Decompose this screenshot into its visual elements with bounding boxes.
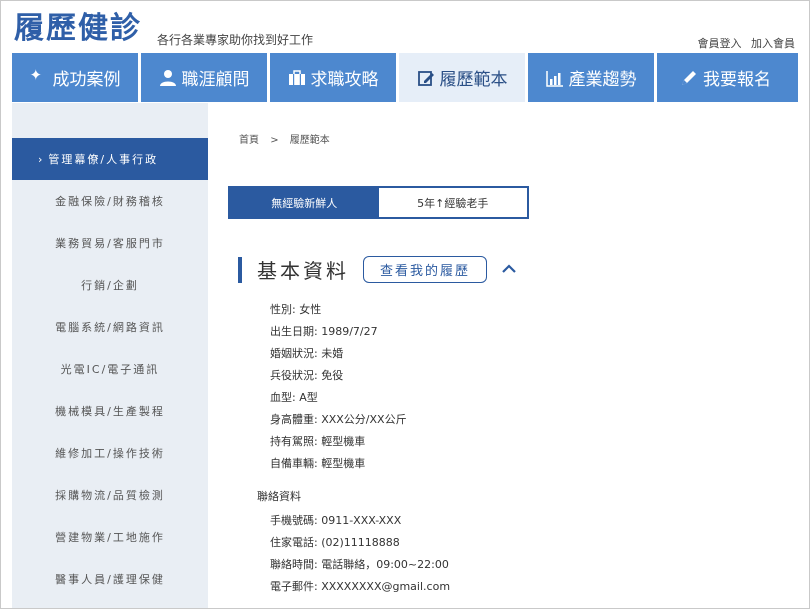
sidebar-item-manufacturing[interactable]: 機械模具/生產製程 (12, 390, 208, 432)
section-title: 基本資料 (257, 259, 349, 283)
nav-job-tips[interactable]: 求職攻略 (270, 53, 399, 102)
info-vehicle: 自備車輛: 輕型機車 (270, 457, 366, 470)
info-license: 持有駕照: 輕型機車 (270, 435, 366, 448)
site-slogan: 各行各業專家助你找到好工作 (157, 33, 314, 47)
pen-icon (680, 69, 698, 87)
info-blood-type: 血型: A型 (270, 391, 318, 404)
sidebar-item-marketing[interactable]: 行銷/企劃 (12, 264, 208, 306)
chevron-up-icon[interactable] (501, 261, 517, 277)
sidebar-item-logistics[interactable]: 採購物流/品質檢測 (12, 474, 208, 516)
sidebar-item-maintenance[interactable]: 維修加工/操作技術 (12, 432, 208, 474)
breadcrumb: 首頁 > 履歷範本 (239, 131, 330, 146)
chevron-right-icon: › (38, 152, 45, 166)
info-height-weight: 身高體重: XXX公分/XX公斤 (270, 413, 407, 426)
page-frame: 履歷健診 各行各業專家助你找到好工作 會員登入 加入會員 成功案例 職涯顧問 求… (0, 0, 810, 609)
sidebar-item-label: 管理幕僚/人事行政 (48, 153, 159, 166)
sidebar-item-it[interactable]: 電腦系統/網路資訊 (12, 306, 208, 348)
nav-label: 履歷範本 (439, 70, 508, 90)
nav-label: 成功案例 (52, 70, 121, 90)
login-link[interactable]: 會員登入 (698, 37, 742, 50)
info-birthdate: 出生日期: 1989/7/27 (270, 325, 378, 338)
info-gender: 性別: 女性 (270, 303, 322, 316)
category-sidebar: › 管理幕僚/人事行政 金融保險/財務稽核 業務貿易/客服門市 行銷/企劃 電腦… (12, 138, 208, 600)
info-marital-status: 婚姻狀況: 未婚 (270, 347, 344, 360)
nav-sign-up[interactable]: 我要報名 (657, 53, 794, 102)
nav-success-cases[interactable]: 成功案例 (12, 53, 141, 102)
view-my-resume-button[interactable]: 查看我的履歷 (363, 256, 487, 283)
main-nav: 成功案例 職涯顧問 求職攻略 履歷範本 產業趨勢 (12, 53, 798, 102)
breadcrumb-current: 履歷範本 (289, 135, 330, 146)
sidebar-item-electronics[interactable]: 光電IC/電子通訊 (12, 348, 208, 390)
nav-label: 求職攻略 (310, 70, 379, 90)
top-links: 會員登入 加入會員 (692, 35, 796, 51)
nav-label: 我要報名 (703, 70, 771, 90)
contact-info-list: 手機號碼: 0911-XXX-XXX 住家電話: (02)11118888 聯絡… (270, 510, 450, 598)
nav-career-consultant[interactable]: 職涯顧問 (141, 53, 270, 102)
contact-home-phone: 住家電話: (02)11118888 (270, 536, 400, 549)
nav-label: 產業趨勢 (568, 70, 637, 90)
tab-experienced[interactable]: 5年↑經驗老手 (378, 188, 527, 217)
sidebar-item-construction[interactable]: 營建物業/工地施作 (12, 516, 208, 558)
person-icon (159, 69, 177, 87)
sidebar-item-sales[interactable]: 業務貿易/客服門市 (12, 222, 208, 264)
site-logo[interactable]: 履歷健診 (14, 9, 142, 49)
nav-label: 職涯顧問 (181, 70, 250, 90)
experience-tabs: 無經驗新鮮人 5年↑經驗老手 (228, 186, 529, 219)
bar-chart-icon (545, 69, 564, 87)
nav-resume-templates[interactable]: 履歷範本 (399, 53, 528, 102)
section-accent-bar (238, 257, 242, 283)
contact-section-title: 聯絡資料 (257, 490, 301, 503)
document-edit-icon (417, 69, 435, 87)
contact-time: 聯絡時間: 電話聯絡，09:00~22:00 (270, 558, 449, 571)
basic-info-list: 性別: 女性 出生日期: 1989/7/27 婚姻狀況: 未婚 兵役狀況: 免役… (270, 299, 407, 475)
sparkle-icon (30, 66, 48, 87)
sidebar-item-admin-hr[interactable]: › 管理幕僚/人事行政 (12, 138, 208, 180)
contact-mobile: 手機號碼: 0911-XXX-XXX (270, 514, 402, 527)
breadcrumb-separator: > (270, 135, 279, 146)
contact-email: 電子郵件: XXXXXXXX@gmail.com (270, 580, 451, 593)
nav-industry-trends[interactable]: 產業趨勢 (528, 53, 657, 102)
sidebar-item-finance[interactable]: 金融保險/財務稽核 (12, 180, 208, 222)
breadcrumb-home[interactable]: 首頁 (239, 135, 259, 146)
briefcase-icon (288, 69, 306, 87)
sidebar-item-medical[interactable]: 醫事人員/護理保健 (12, 558, 208, 600)
register-link[interactable]: 加入會員 (751, 37, 795, 50)
tab-fresh-graduate[interactable]: 無經驗新鮮人 (230, 188, 379, 217)
info-military-status: 兵役狀況: 免役 (270, 369, 344, 382)
